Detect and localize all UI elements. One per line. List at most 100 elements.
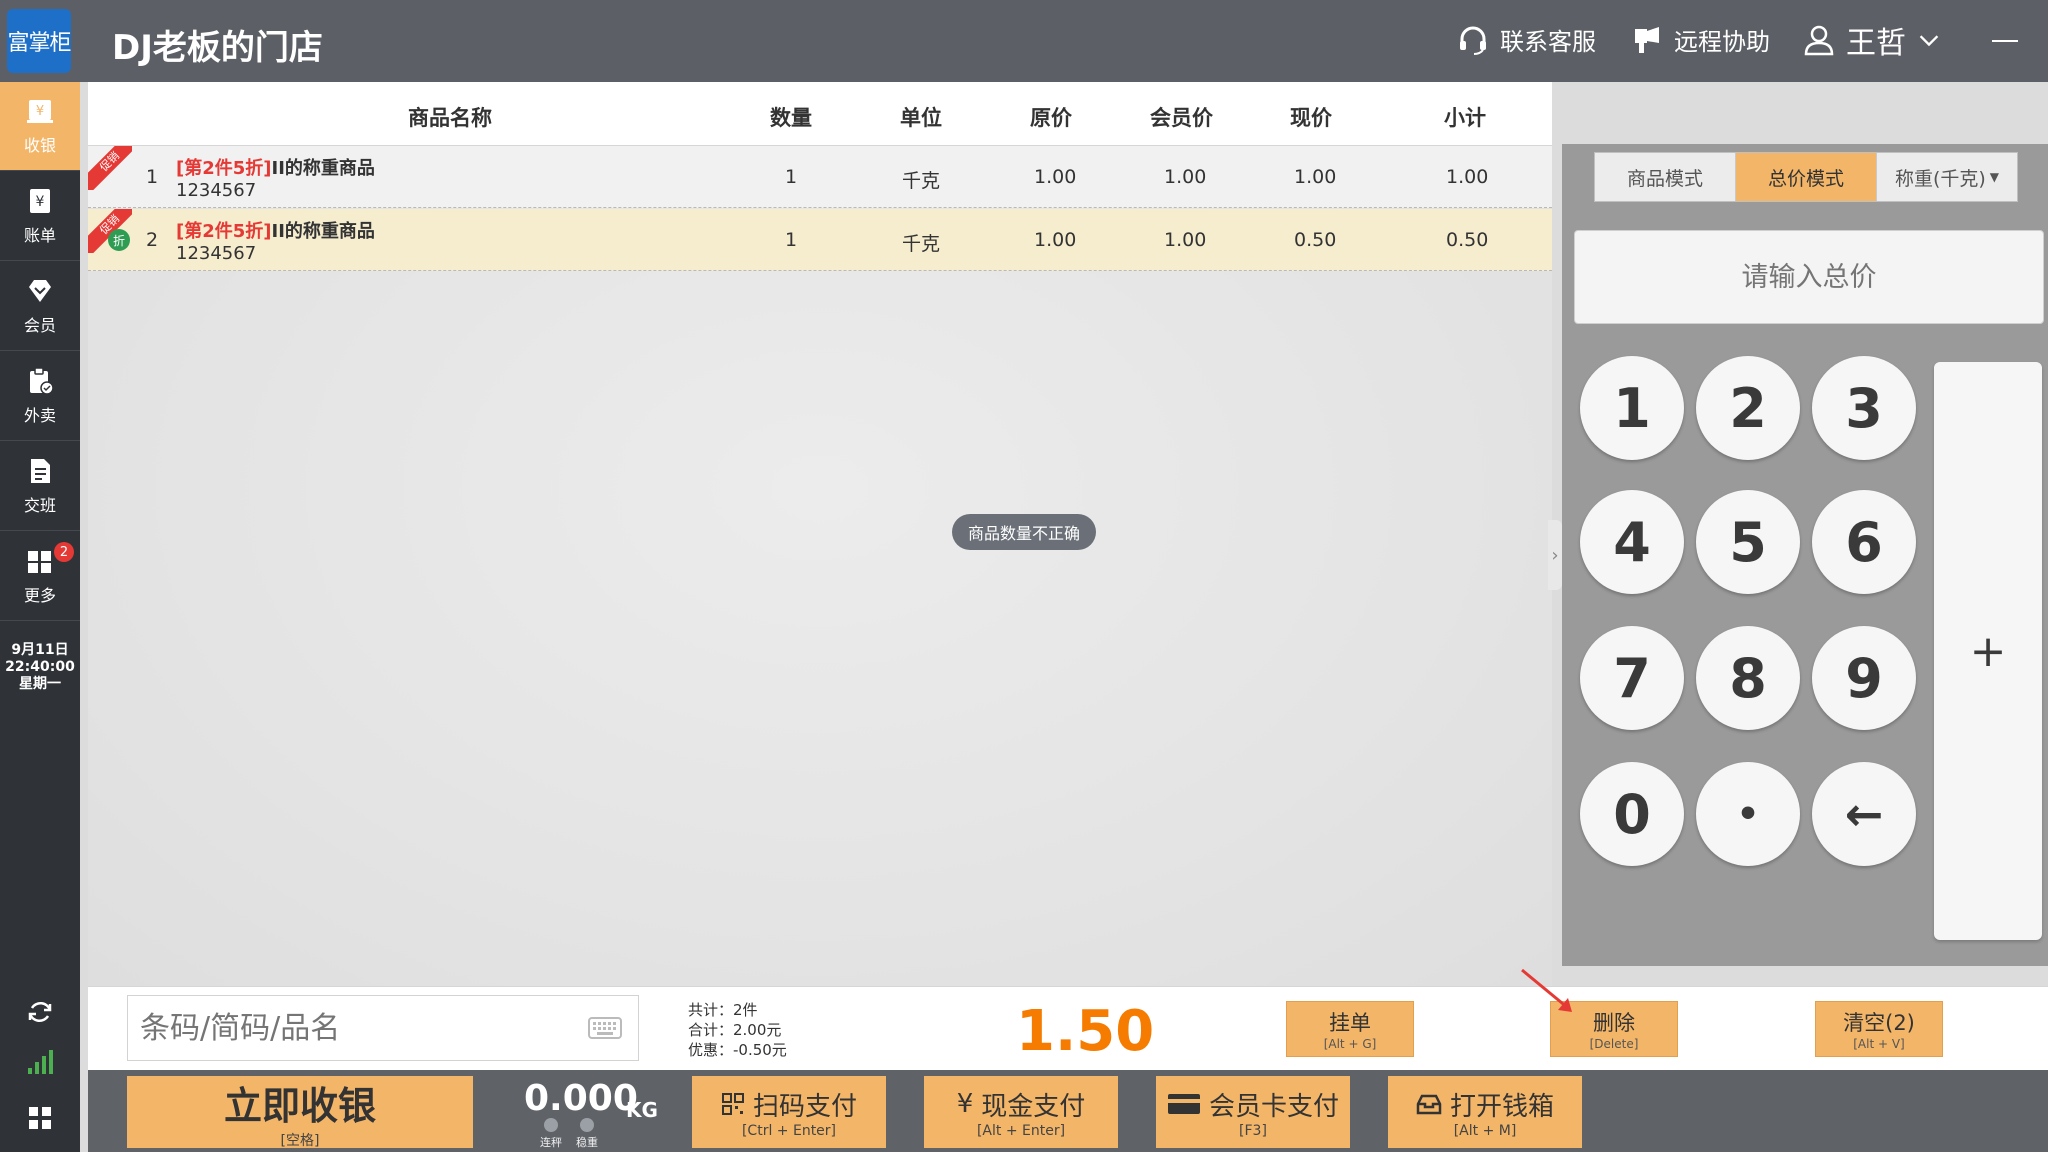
barcode-search-input[interactable]: [127, 995, 639, 1061]
clear-button[interactable]: 清空(2) [Alt + V]: [1815, 1001, 1943, 1057]
refresh-icon[interactable]: [24, 996, 56, 1028]
toast-message: 商品数量不正确: [952, 514, 1096, 550]
promo-tag: [第2件5折]: [176, 221, 272, 242]
sidebar-item-takeout[interactable]: 外卖: [0, 352, 80, 440]
sidebar-item-label: 交班: [23, 496, 56, 515]
grand-total: 1.50: [1016, 999, 1155, 1064]
col-member-price: 会员价: [1150, 106, 1213, 130]
table-row[interactable]: 促销 1 [第2件5折]II的称重商品 1234567 1 千克 1.00 1.…: [88, 146, 1552, 208]
sidebar-item-bill[interactable]: ¥ 账单: [0, 172, 80, 260]
sidebar-item-shift[interactable]: 交班: [0, 442, 80, 530]
key-4[interactable]: 4: [1580, 490, 1684, 594]
collapse-panel-button[interactable]: ›: [1548, 520, 1562, 590]
table-header: 商品名称 数量 单位 原价 会员价 现价 小计: [88, 82, 1552, 146]
keypad-panel: 商品模式 总价模式 称重(千克)▼ 1 2 3 4 5 6 7 8 9 0 • …: [1562, 82, 2048, 966]
time-text: 22:40:00: [5, 659, 75, 675]
chevron-right-icon: ›: [1551, 544, 1559, 566]
subtotal-amount: 合计：2.00元: [688, 1021, 782, 1039]
open-cash-drawer-button[interactable]: 打开钱箱 [Alt + M]: [1388, 1076, 1582, 1148]
row-orig-price: 1.00: [1034, 166, 1077, 188]
mode-total-price[interactable]: 总价模式: [1736, 153, 1877, 201]
remote-assist-button[interactable]: 远程协助: [1630, 22, 1770, 57]
key-9[interactable]: 9: [1812, 626, 1916, 730]
sidebar-item-cashier[interactable]: ¥ 收银: [0, 82, 80, 170]
remote-assist-label: 远程协助: [1674, 28, 1770, 56]
item-count: 共计：2件: [688, 1001, 758, 1019]
yen-icon: ¥: [956, 1089, 974, 1119]
row-subtotal: 1.00: [1446, 166, 1489, 188]
hold-order-button[interactable]: 挂单 [Alt + G]: [1286, 1001, 1414, 1057]
key-decimal[interactable]: •: [1696, 762, 1800, 866]
key-plus[interactable]: +: [1934, 362, 2042, 940]
checkout-button[interactable]: 立即收银 [空格]: [127, 1076, 473, 1149]
col-product-name: 商品名称: [408, 106, 492, 130]
contact-service-button[interactable]: 联系客服: [1456, 22, 1596, 57]
discount-amount: 优惠：-0.50元: [688, 1041, 787, 1059]
cashier-icon: ¥: [27, 100, 53, 123]
user-name: 王哲: [1846, 26, 1906, 61]
row-current-price: 0.50: [1294, 229, 1337, 251]
product-title: II的称重商品: [271, 221, 375, 242]
product-name: [第2件5折]II的称重商品: [176, 217, 375, 243]
action-bar: 立即收银 [空格] 0.000 KG 连秤 稳重 扫码支付 [Ctrl + En…: [88, 1070, 2048, 1152]
remote-assist-icon: [1635, 26, 1659, 53]
key-5[interactable]: 5: [1696, 490, 1800, 594]
row-unit: 千克: [902, 170, 941, 192]
diamond-icon: [29, 280, 51, 302]
row-unit: 千克: [902, 233, 941, 255]
sidebar-item-label: 更多: [23, 586, 56, 605]
key-1[interactable]: 1: [1580, 356, 1684, 460]
key-backspace[interactable]: ←: [1812, 762, 1916, 866]
key-3[interactable]: 3: [1812, 356, 1916, 460]
scale-connect-indicator: [544, 1118, 558, 1132]
apps-grid-icon[interactable]: [24, 1102, 56, 1134]
mode-weight-dropdown[interactable]: 称重(千克) ▼: [1877, 153, 2017, 201]
signal-icon: [28, 1050, 53, 1074]
svg-text:¥: ¥: [36, 194, 45, 210]
qr-icon: [721, 1093, 744, 1115]
discount-badge: 折: [108, 229, 130, 251]
scale-stable-indicator: [580, 1118, 594, 1132]
document-icon: [31, 459, 50, 483]
key-8[interactable]: 8: [1696, 626, 1800, 730]
col-unit: 单位: [900, 106, 942, 130]
svg-text:¥: ¥: [36, 104, 44, 119]
sidebar-item-member[interactable]: 会员: [0, 262, 80, 350]
keyboard-icon[interactable]: [588, 1017, 622, 1039]
top-bar: 富掌柜 DJ老板的门店 联系客服 远程协助 王哲: [0, 0, 2048, 82]
row-subtotal: 0.50: [1446, 229, 1489, 251]
mode-product[interactable]: 商品模式: [1595, 153, 1736, 201]
product-name: [第2件5折]II的称重商品: [176, 154, 375, 180]
mode-selector: 商品模式 总价模式 称重(千克) ▼: [1594, 152, 2018, 202]
table-row[interactable]: 促销 折 2 [第2件5折]II的称重商品 1234567 1 千克 1.00 …: [88, 209, 1552, 271]
row-qty: 1: [785, 229, 798, 251]
user-icon: [1804, 25, 1834, 56]
date-text: 9月11日: [11, 642, 69, 658]
clipboard-icon: [30, 367, 54, 395]
product-code: 1234567: [176, 180, 257, 201]
drawer-icon: [1416, 1094, 1442, 1115]
grid-icon: [28, 551, 51, 573]
row-current-price: 1.00: [1294, 166, 1337, 188]
member-card-pay-button[interactable]: 会员卡支付 [F3]: [1156, 1076, 1350, 1148]
key-0[interactable]: 0: [1580, 762, 1684, 866]
minimize-button[interactable]: [1992, 40, 2018, 42]
weekday-text: 星期一: [19, 676, 61, 692]
total-price-input[interactable]: [1574, 230, 2044, 324]
scan-pay-button[interactable]: 扫码支付 [Ctrl + Enter]: [692, 1076, 886, 1148]
row-qty: 1: [785, 166, 798, 188]
headset-icon: [1460, 26, 1486, 55]
scale-stable-label: 稳重: [576, 1136, 598, 1149]
weight-unit: KG: [626, 1098, 658, 1122]
sidebar-item-label: 账单: [23, 226, 56, 245]
key-7[interactable]: 7: [1580, 626, 1684, 730]
key-6[interactable]: 6: [1812, 490, 1916, 594]
col-current-price: 现价: [1290, 106, 1332, 130]
cash-pay-button[interactable]: ¥ 现金支付 [Alt + Enter]: [924, 1076, 1118, 1148]
contact-service-label: 联系客服: [1500, 28, 1596, 56]
user-menu[interactable]: 王哲: [1802, 18, 1942, 62]
row-member-price: 1.00: [1164, 166, 1207, 188]
col-subtotal: 小计: [1444, 106, 1486, 130]
datetime: 9月11日 22:40:00 星期一: [0, 642, 80, 693]
key-2[interactable]: 2: [1696, 356, 1800, 460]
